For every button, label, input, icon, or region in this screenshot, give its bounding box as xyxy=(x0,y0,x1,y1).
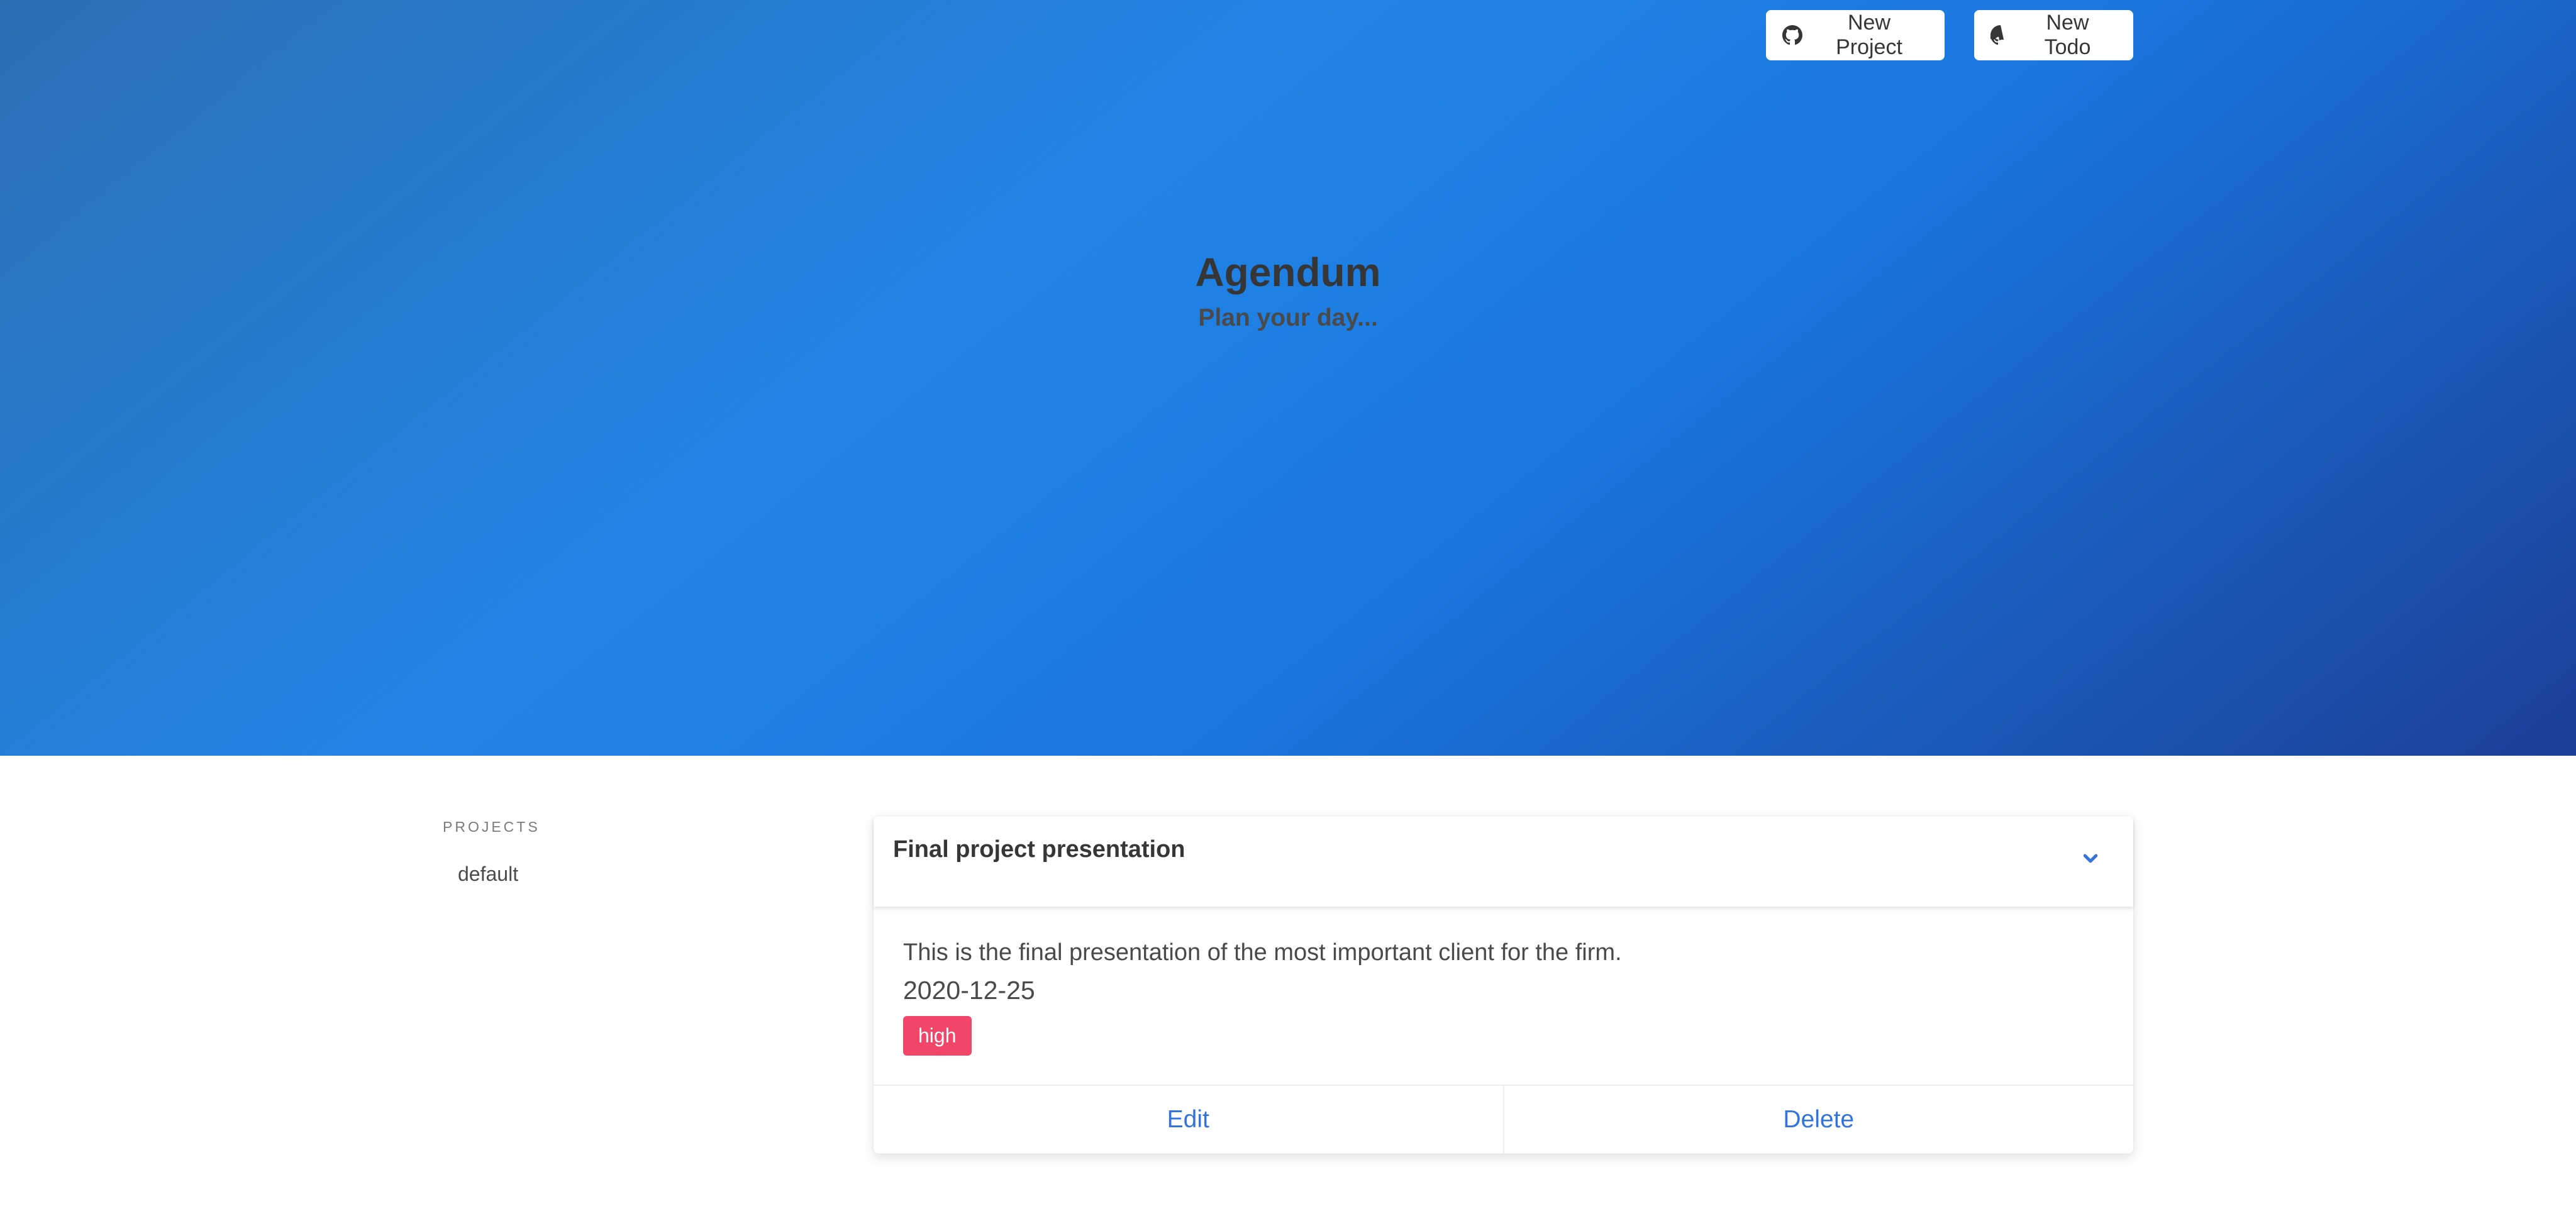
app-title: Agendum xyxy=(1195,250,1381,295)
app-subtitle: Plan your day... xyxy=(1198,304,1378,331)
hero-banner: New Project New Todo Agendum Plan your d… xyxy=(0,0,2576,756)
new-todo-label: New Todo xyxy=(2044,11,2091,59)
hero-navbar: New Project New Todo xyxy=(0,10,2576,60)
todo-description: This is the final presentation of the mo… xyxy=(903,939,1622,966)
sidebar-item-default[interactable]: default xyxy=(443,860,533,888)
github-icon xyxy=(1990,25,2011,45)
todo-card-content: This is the final presentation of the mo… xyxy=(874,910,2133,1083)
projects-menu-label: PROJECTS xyxy=(443,819,540,835)
todo-card-header[interactable]: Final project presentation xyxy=(874,816,2133,907)
new-project-label: New Project xyxy=(1836,11,1902,59)
new-project-button[interactable]: New Project xyxy=(1766,10,1945,60)
chevron-down-icon[interactable] xyxy=(2079,848,2102,870)
delete-button[interactable]: Delete xyxy=(1502,1086,2134,1154)
todo-due-date: 2020-12-25 xyxy=(903,976,1035,1005)
todo-card-footer: Edit Delete xyxy=(874,1085,2133,1154)
edit-button[interactable]: Edit xyxy=(874,1086,1503,1154)
priority-tag: high xyxy=(903,1016,972,1056)
github-icon xyxy=(1782,25,1802,45)
todo-card: Final project presentation This is the f… xyxy=(874,816,2133,1154)
new-todo-button[interactable]: New Todo xyxy=(1974,10,2133,60)
todo-title: Final project presentation xyxy=(893,836,1185,863)
